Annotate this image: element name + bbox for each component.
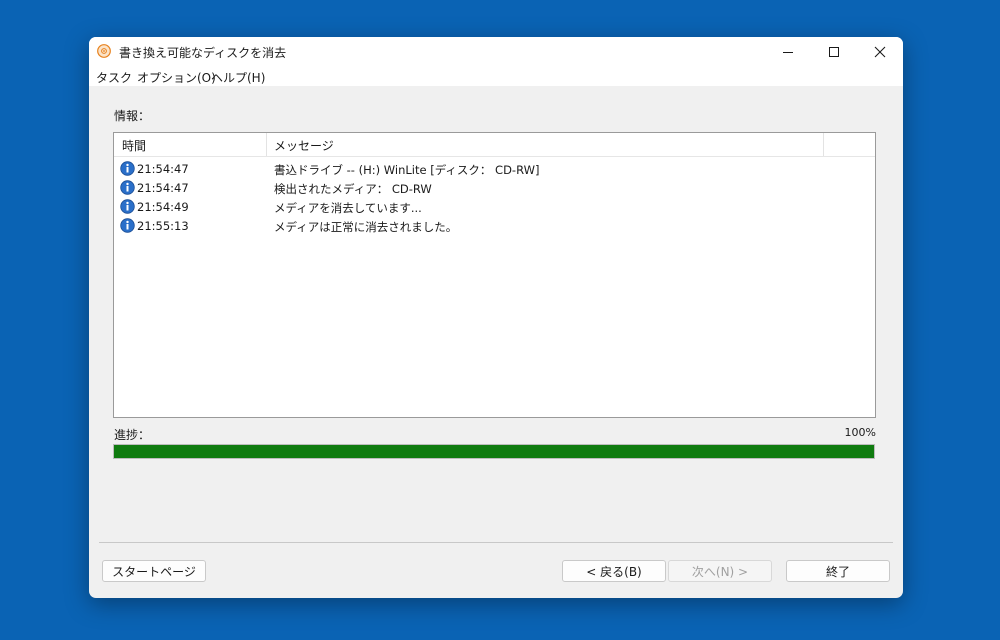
column-divider[interactable] <box>266 133 267 156</box>
log-row[interactable]: 21:54:49 メディアを消去しています... <box>114 197 875 216</box>
log-row[interactable]: 21:54:47 検出されたメディア： CD-RW <box>114 178 875 197</box>
log-time: 21:54:47 <box>137 181 189 195</box>
column-header-time[interactable]: 時間 <box>122 137 146 154</box>
finish-button[interactable]: 終了 <box>786 560 890 582</box>
menu-options[interactable]: オプション(O) <box>137 69 216 86</box>
menu-help[interactable]: ヘルプ(H) <box>211 69 265 86</box>
column-header-message[interactable]: メッセージ <box>274 137 334 154</box>
info-icon <box>120 199 135 214</box>
log-row[interactable]: 21:54:47 書込ドライブ -- (H:) WinLite [ディスク： C… <box>114 159 875 178</box>
progress-percent: 100% <box>844 426 876 439</box>
maximize-icon <box>829 46 839 57</box>
info-icon <box>120 180 135 195</box>
dialog-window: 書き換え可能なディスクを消去 タスク オプション(O) ヘルプ(H) 情報： 時… <box>89 37 903 598</box>
log-message: 書込ドライブ -- (H:) WinLite [ディスク： CD-RW] <box>274 163 540 177</box>
progress-fill <box>114 445 874 458</box>
menu-task[interactable]: タスク <box>96 69 132 86</box>
disc-icon <box>97 44 111 58</box>
log-list[interactable]: 時間 メッセージ 21:54:47 書込ドライブ -- (H:) WinLite… <box>113 132 876 418</box>
log-message: メディアを消去しています... <box>274 201 422 215</box>
close-icon <box>874 46 886 57</box>
info-icon <box>120 161 135 176</box>
progress-bar <box>113 444 875 459</box>
maximize-button[interactable] <box>811 37 857 66</box>
log-message: メディアは正常に消去されました。 <box>274 220 458 234</box>
start-page-button[interactable]: スタートページ <box>102 560 206 582</box>
close-button[interactable] <box>857 37 903 66</box>
info-label: 情報： <box>114 109 151 123</box>
log-time: 21:54:47 <box>137 162 189 176</box>
footer-divider <box>99 542 893 543</box>
progress-label: 進捗： <box>114 428 151 442</box>
window-title: 書き換え可能なディスクを消去 <box>119 46 287 60</box>
menu-bar: タスク オプション(O) ヘルプ(H) <box>89 66 903 86</box>
info-icon <box>120 218 135 233</box>
log-time: 21:55:13 <box>137 219 189 233</box>
log-row[interactable]: 21:55:13 メディアは正常に消去されました。 <box>114 216 875 235</box>
column-divider[interactable] <box>823 133 824 156</box>
minimize-button[interactable] <box>765 37 811 66</box>
minimize-icon <box>783 51 793 53</box>
log-message: 検出されたメディア： CD-RW <box>274 182 432 196</box>
title-bar[interactable]: 書き換え可能なディスクを消去 <box>89 37 903 66</box>
next-button[interactable]: 次へ(N) > <box>668 560 772 582</box>
log-time: 21:54:49 <box>137 200 189 214</box>
log-header: 時間 メッセージ <box>114 133 875 157</box>
back-button[interactable]: < 戻る(B) <box>562 560 666 582</box>
